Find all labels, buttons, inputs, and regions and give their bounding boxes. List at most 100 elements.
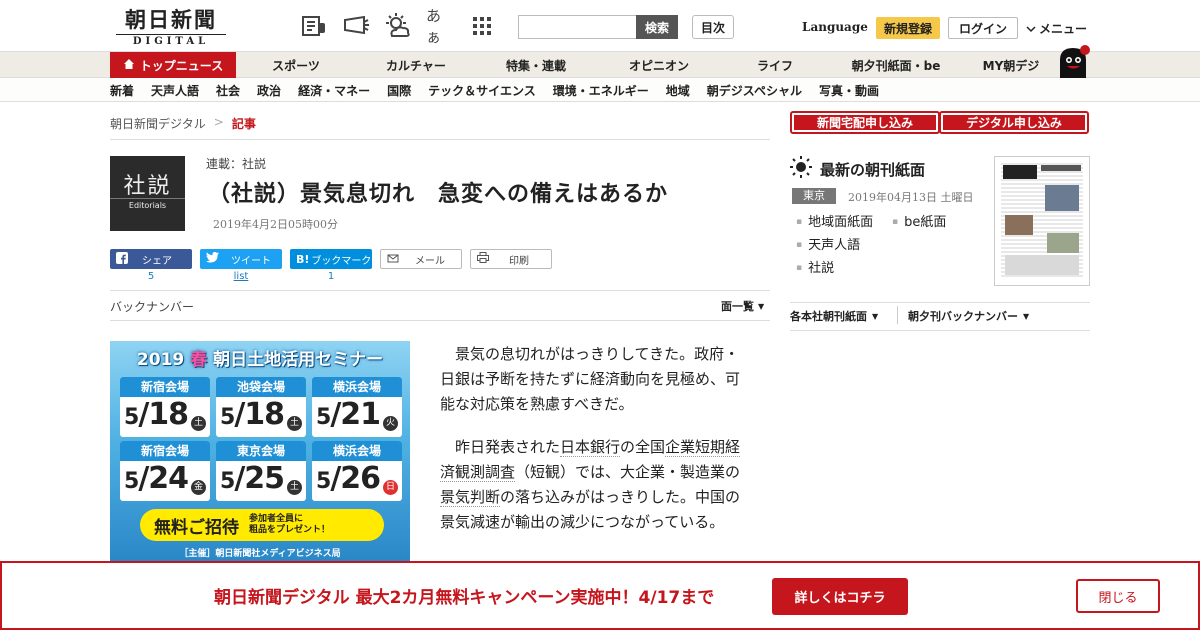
hatena-bookmark-button[interactable]: B! ブックマーク xyxy=(290,249,372,269)
logo-jp: 朝日新聞 xyxy=(125,7,217,32)
nav2-regional[interactable]: 地域 xyxy=(666,82,690,99)
secondary-nav: 新着 天声人語 社会 政治 経済・マネー 国際 テック＆サイエンス 環境・エネル… xyxy=(0,78,1200,102)
keyword-link[interactable]: 日本銀行 xyxy=(560,438,621,457)
site-logo[interactable]: 朝日新聞 DIGITAL xyxy=(116,8,226,49)
series-thumbnail[interactable]: 社説 Editorials xyxy=(110,156,185,231)
nav2-tech-science[interactable]: テック＆サイエンス xyxy=(428,82,536,99)
venue-date: 5/18 xyxy=(124,397,189,432)
paper-links: 地域面紙面 天声人語 社説 xyxy=(796,212,873,281)
menu-button[interactable]: メニュー xyxy=(1026,20,1087,37)
newspaper-subscribe-button[interactable]: 新聞宅配申し込み xyxy=(790,111,940,134)
weather-icon[interactable] xyxy=(384,12,412,40)
logo-en: DIGITAL xyxy=(116,34,226,49)
venue-card: 横浜会場 5/26 日 xyxy=(312,441,402,501)
keyword-link[interactable]: 景気判断 xyxy=(440,488,501,507)
mail-share-label: メール xyxy=(415,255,445,267)
nav-sports[interactable]: スポーツ xyxy=(236,57,356,74)
twitter-share-label: ツイート xyxy=(231,255,271,267)
facebook-share-button[interactable]: シェア xyxy=(110,249,192,269)
nav-life[interactable]: ライフ xyxy=(722,57,828,74)
close-banner-button[interactable]: 閉じる xyxy=(1076,579,1160,613)
region-badge: 東京 xyxy=(792,188,836,204)
venue-month: 5 xyxy=(220,469,235,494)
seminar-ad[interactable]: 2019 春 朝日土地活用セミナー 新宿会場 5/18 土 池袋会場 5/18 土 横浜… xyxy=(110,341,410,563)
nav2-politics[interactable]: 政治 xyxy=(257,82,281,99)
nav-print-edition[interactable]: 朝夕刊紙面・be xyxy=(828,57,964,74)
venue-card: 新宿会場 5/24 金 xyxy=(120,441,210,501)
grid-icon[interactable] xyxy=(468,12,496,40)
campaign-banner: 朝日新聞デジタル 最大2カ月無料キャンペーン実施中！4/17まで 詳しくはコチラ… xyxy=(0,561,1200,630)
font-size-icon[interactable]: あぁ xyxy=(426,7,454,46)
divider xyxy=(110,290,770,291)
campaign-message: 朝日新聞デジタル 最大2カ月無料キャンペーン実施中！4/17まで xyxy=(214,588,715,608)
venue-date: 5/25 xyxy=(220,461,285,496)
nav-features[interactable]: 特集・連載 xyxy=(476,57,596,74)
breadcrumb-home[interactable]: 朝日新聞デジタル xyxy=(110,115,206,132)
login-button[interactable]: ログイン xyxy=(948,17,1018,39)
register-button[interactable]: 新規登録 xyxy=(876,17,940,39)
search-button[interactable]: 検索 xyxy=(636,15,678,39)
venue-day: 18 xyxy=(244,397,285,432)
nav2-photo-video[interactable]: 写真・動画 xyxy=(819,82,879,99)
venue-date: 5/26 xyxy=(316,461,381,496)
ad-gift-text: 参加者全員に 粗品をプレゼント！ xyxy=(249,514,330,536)
venue-grid: 新宿会場 5/18 土 池袋会場 5/18 土 横浜会場 5/21 火 新宿会場 5/24 金 … xyxy=(120,377,402,501)
language-link[interactable]: Language xyxy=(802,20,868,34)
nav2-environment[interactable]: 環境・エネルギー xyxy=(553,82,649,99)
paper-link-regional[interactable]: 地域面紙面 xyxy=(796,212,873,235)
mascot-icon[interactable] xyxy=(1054,44,1092,80)
nav2-international[interactable]: 国際 xyxy=(387,82,411,99)
primary-nav: トップニュース スポーツ カルチャー 特集・連載 オピニオン ライフ 朝夕刊紙面… xyxy=(0,45,1200,80)
page-list-dropdown[interactable]: 面一覧 ▼ xyxy=(721,298,764,314)
nav-top-news[interactable]: トップニュース xyxy=(110,52,236,78)
mail-share-button[interactable]: メール xyxy=(380,249,462,269)
breadcrumb-current: 記事 xyxy=(231,117,256,131)
mail-icon xyxy=(387,253,399,266)
backnumber-dropdown[interactable]: 朝夕刊バックナンバー ▼ xyxy=(908,308,1029,324)
venue-day: 24 xyxy=(148,461,189,496)
campaign-details-button[interactable]: 詳しくはコチラ xyxy=(772,578,908,615)
search-input[interactable] xyxy=(518,15,636,39)
sun-icon xyxy=(790,156,812,182)
latest-paper-title[interactable]: 最新の朝刊紙面 xyxy=(820,159,925,180)
venue-month: 5 xyxy=(220,405,235,430)
digital-subscribe-button[interactable]: デジタル申し込み xyxy=(939,111,1089,134)
facebook-count[interactable]: 5 xyxy=(110,271,192,282)
hatena-count[interactable]: 1 xyxy=(290,271,372,282)
ad-organizer: ［主催］朝日新聞社メディアビジネス局 xyxy=(179,549,341,559)
voice-icon[interactable] xyxy=(342,12,370,40)
nav-opinion[interactable]: オピニオン xyxy=(596,57,722,74)
nav-my-asadigi[interactable]: MY朝デジ xyxy=(964,57,1058,74)
nav2-special[interactable]: 朝デジスペシャル xyxy=(707,82,802,99)
venue-day: 18 xyxy=(148,397,189,432)
chevron-down-icon xyxy=(1026,22,1036,36)
index-button[interactable]: 目次 xyxy=(692,15,734,39)
venue-dow: 土 xyxy=(287,480,302,495)
print-button[interactable]: 印刷 xyxy=(470,249,552,269)
paper-link-be[interactable]: be紙面 xyxy=(892,212,946,235)
breadcrumb-separator: > xyxy=(213,115,224,129)
paper-thumbnail[interactable] xyxy=(994,156,1090,286)
nav-culture[interactable]: カルチャー xyxy=(356,57,476,74)
divider xyxy=(110,320,770,321)
backnumber-link[interactable]: バックナンバー xyxy=(110,298,194,315)
nav2-economy[interactable]: 経済・マネー xyxy=(298,82,370,99)
nav2-latest[interactable]: 新着 xyxy=(110,82,134,99)
venue-dow: 金 xyxy=(191,480,206,495)
venue-name: 横浜会場 xyxy=(312,377,402,397)
series-label[interactable]: 連載：社説 xyxy=(206,155,266,172)
paper-link-editorial[interactable]: 社説 xyxy=(796,258,873,281)
venue-card: 池袋会場 5/18 土 xyxy=(216,377,306,437)
twitter-share-button[interactable]: ツイート xyxy=(200,249,282,269)
twitter-count[interactable]: list xyxy=(200,271,282,282)
paper-link-tenseijingo[interactable]: 天声人語 xyxy=(796,235,873,258)
nav2-tenseijingo[interactable]: 天声人語 xyxy=(151,82,199,99)
paper-icon[interactable] xyxy=(300,12,328,40)
print-label: 印刷 xyxy=(509,255,529,267)
nav2-society[interactable]: 社会 xyxy=(216,82,240,99)
ad-headline: 2019 春 朝日土地活用セミナー xyxy=(110,345,410,370)
thumbnail-en: Editorials xyxy=(110,198,185,210)
regional-edition-dropdown[interactable]: 各本社朝刊紙面 ▼ xyxy=(790,308,878,324)
venue-card: 東京会場 5/25 土 xyxy=(216,441,306,501)
venue-name: 新宿会場 xyxy=(120,441,210,461)
